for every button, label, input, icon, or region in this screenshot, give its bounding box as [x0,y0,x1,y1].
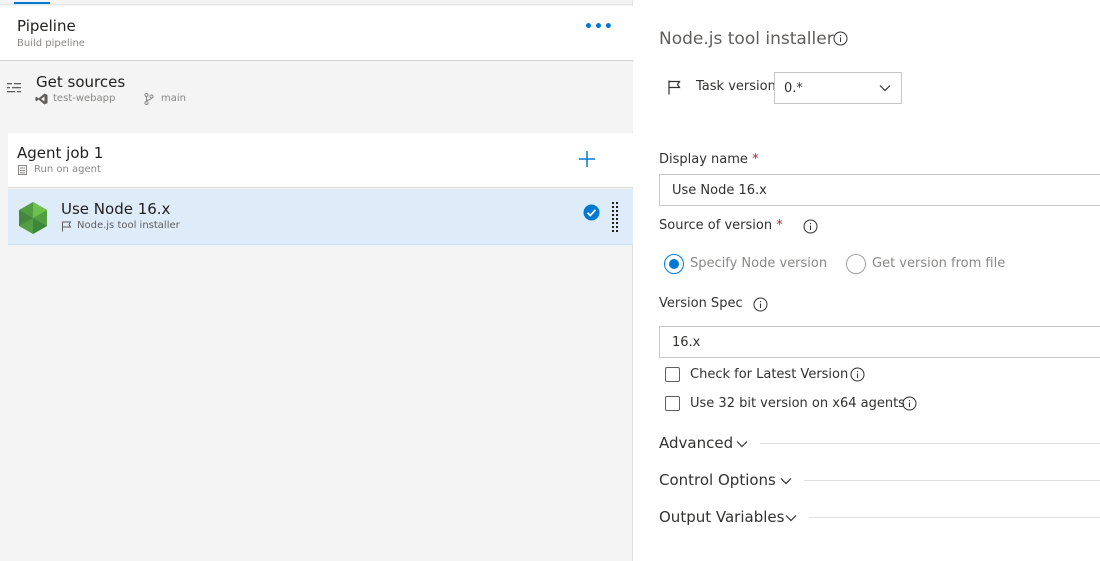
display-name-label: Display name * [659,152,759,167]
section-divider [809,517,1100,518]
active-tab-indicator [14,2,50,4]
section-divider [760,443,1100,444]
chevron-down-icon[interactable] [736,440,748,448]
source-of-version-label-text: Source of version [659,218,773,233]
get-sources-title: Get sources [36,73,126,91]
chevron-down-icon[interactable] [780,477,792,485]
version-spec-label: Version Spec [659,296,743,311]
add-task-icon[interactable] [575,147,599,171]
get-sources-item[interactable]: Get sources test-webapp main [0,62,633,132]
chevron-down-icon[interactable] [785,514,797,522]
specify-node-version-label[interactable]: Specify Node version [690,256,827,271]
server-icon [18,165,27,175]
pipeline-subtitle: Build pipeline [17,38,85,49]
enabled-check-icon [583,204,600,221]
task-title: Use Node 16.x [61,200,171,218]
use-32bit-label[interactable]: Use 32 bit version on x64 agents [690,396,905,411]
pipeline-tree-panel: Pipeline Build pipeline ••• Get sources … [0,0,633,561]
agent-job-title: Agent job 1 [17,144,104,162]
get-version-from-file-radio[interactable] [846,254,866,274]
required-marker: * [776,218,783,233]
task-version-value: 0.* [784,81,803,96]
task-version-flag-icon [668,80,681,95]
use-32bit-checkbox[interactable] [665,396,680,411]
use-32bit-info-icon[interactable] [902,396,917,411]
pipeline-header[interactable]: Pipeline Build pipeline ••• [0,6,633,61]
chevron-down-icon [879,85,891,92]
flag-icon [62,221,72,232]
advanced-section-header[interactable]: Advanced [659,434,733,452]
drag-handle-icon[interactable] [611,202,619,232]
repo-name: test-webapp [53,93,116,104]
branch-icon [144,93,154,105]
task-version-label: Task version [696,79,776,94]
version-spec-input[interactable] [659,326,1100,358]
display-name-input[interactable] [659,174,1100,206]
get-sources-icon [7,83,21,93]
task-details-panel: Node.js tool installer Task version 0.* … [634,0,1100,561]
control-options-section-header[interactable]: Control Options [659,471,776,489]
vs-repo-icon [35,93,48,105]
output-variables-section-header[interactable]: Output Variables [659,508,784,526]
check-latest-checkbox[interactable] [665,367,680,382]
task-item-use-node[interactable]: Use Node 16.x Node.js tool installer [8,189,633,245]
check-latest-info-icon[interactable] [850,367,865,382]
task-subtitle: Node.js tool installer [77,220,180,231]
pipeline-title: Pipeline [17,17,76,35]
panel-title: Node.js tool installer [659,29,834,49]
nodejs-logo-icon [19,202,47,234]
version-spec-info-icon[interactable] [753,297,768,312]
agent-job-item[interactable]: Agent job 1 Run on agent [8,133,633,188]
section-divider [804,480,1100,481]
source-info-icon[interactable] [803,219,818,234]
task-version-dropdown[interactable]: 0.* [774,72,902,104]
top-divider [0,4,633,5]
more-options-button[interactable]: ••• [584,20,613,40]
required-marker: * [752,152,759,167]
source-of-version-label: Source of version * [659,218,783,233]
agent-job-subtitle: Run on agent [34,164,101,175]
check-latest-label[interactable]: Check for Latest Version [690,367,848,382]
display-name-label-text: Display name [659,152,748,167]
get-version-from-file-label[interactable]: Get version from file [872,256,1005,271]
branch-name: main [161,93,186,104]
title-info-icon[interactable] [833,31,848,46]
specify-node-version-radio[interactable] [664,254,684,274]
